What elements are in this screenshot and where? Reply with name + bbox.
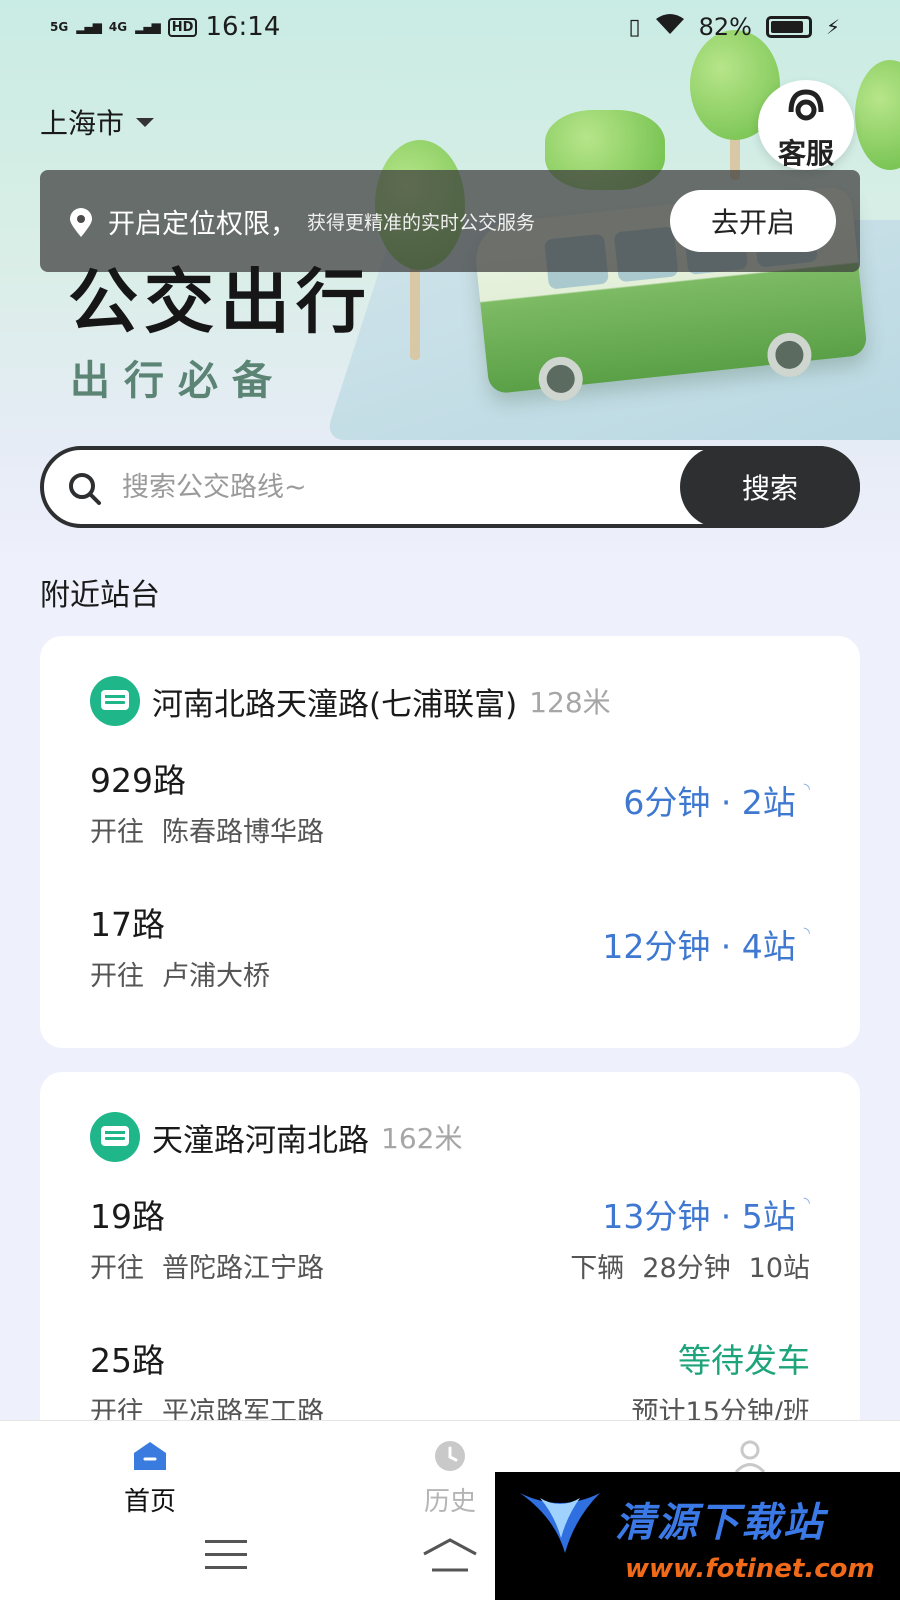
route-status: 等待发车 [678,1341,810,1380]
watermark-title: 清源下载站 [615,1500,825,1546]
route-number: 17路 [90,905,165,944]
tab-history-label: 历史 [423,1487,476,1517]
hero-subtitle: 出行必备 [70,358,286,404]
next-bus-info: 下辆 28分钟 10站 [552,1246,810,1285]
signal-4g-indicator: 4G [108,20,128,34]
station-header: 天潼路河南北路 162米 [90,1112,462,1162]
signal-bars-icon: ▂▄▆ [135,20,161,34]
user-icon [730,1439,770,1475]
clock-time: 16:14 [205,12,281,42]
route-direction: 开往 陈春路博华路 [90,817,324,848]
next-bus-label: 下辆 [570,1253,625,1284]
search-bar: 搜索 [40,446,860,528]
station-card[interactable]: 天潼路河南北路 162米 19路 开往 普陀路江宁路 13分钟 · 5站 ◝ 下辆… [40,1072,860,1472]
station-header: 河南北路天潼路(七浦联富) 128米 [90,676,611,726]
station-card[interactable]: 河南北路天潼路(七浦联富) 128米 929路 开往 陈春路博华路 6分钟 · 2… [40,636,860,1048]
station-distance: 128米 [529,686,611,719]
search-button[interactable]: 搜索 [680,446,860,528]
menu-icon[interactable] [205,1540,247,1570]
route-destination: 卢浦大桥 [162,961,270,992]
location-banner-subtitle: 获得更精准的实时公交服务 [307,211,536,234]
route-destination: 普陀路江宁路 [162,1253,324,1284]
route-destination: 陈春路博华路 [162,817,324,848]
station-name: 河南北路天潼路(七浦联富) [152,686,518,723]
route-eta: 12分钟 · 4站 ◝ [602,922,810,967]
home-icon [130,1439,170,1475]
tab-home[interactable]: 首页 [90,1439,210,1518]
tab-home-label: 首页 [123,1487,176,1517]
route-direction: 开往 卢浦大桥 [90,961,270,992]
search-input[interactable] [122,464,702,510]
realtime-signal-icon: ◝ [803,922,810,942]
next-bus-stops: 10站 [748,1253,810,1284]
route-number: 19路 [90,1197,165,1236]
route-row[interactable]: 19路 开往 普陀路江宁路 13分钟 · 5站 ◝ 下辆 28分钟 10站 [90,1190,810,1290]
next-bus-time: 28分钟 [642,1253,731,1284]
location-pin-icon [68,208,94,237]
route-number: 929路 [90,761,186,800]
route-eta: 13分钟 · 5站 ◝ [602,1192,810,1237]
customer-service-label: 客服 [777,137,834,170]
realtime-signal-icon: ◝ [803,1192,810,1212]
tree-illustration [855,60,900,170]
nearby-stations-title: 附近站台 [40,578,160,613]
caret-down-icon [136,117,155,127]
enable-location-button[interactable]: 去开启 [670,190,836,252]
signal-5g-indicator: 5G [50,20,69,34]
watermark-url: www.fotinet.com [625,1554,875,1584]
bus-stop-icon [90,676,140,726]
tab-history[interactable]: 历史 [390,1439,510,1518]
headset-icon [758,80,854,139]
battery-percent: 82% [698,13,752,41]
customer-service-button[interactable]: 客服 [758,80,854,170]
realtime-signal-icon: ◝ [803,778,810,798]
city-label: 上海市 [40,107,125,140]
status-bar: 5G ▂▄▆ 4G ▂▄▆ HD 16:14 ▯ 82% ⚡ [0,0,900,56]
hd-badge: HD [167,17,198,37]
hero-title: 公交出行 [68,261,372,343]
station-name: 天潼路河南北路 [152,1122,369,1159]
charging-icon: ⚡ [825,15,840,39]
route-direction: 开往 普陀路江宁路 [90,1253,324,1284]
signal-bars-icon: ▂▄▆ [76,20,102,34]
location-banner-title: 开启定位权限， [108,208,297,240]
battery-icon [765,16,812,38]
bus-stop-icon [90,1112,140,1162]
wifi-icon [655,12,685,42]
route-row[interactable]: 25路 开往 平凉路军工路 等待发车 预计15分钟/班 [90,1334,810,1434]
route-number: 25路 [90,1341,165,1380]
home-nav-icon[interactable] [420,1536,480,1576]
city-selector[interactable]: 上海市 [40,102,155,142]
route-row[interactable]: 17路 开往 卢浦大桥 12分钟 · 4站 ◝ [90,898,810,998]
watermark-overlay: 清源下载站 www.fotinet.com [495,1472,900,1600]
route-row[interactable]: 929路 开往 陈春路博华路 6分钟 · 2站 ◝ [90,754,810,854]
search-icon [68,472,101,505]
watermark-logo-icon [515,1488,605,1558]
station-distance: 162米 [381,1122,463,1155]
route-eta: 6分钟 · 2站 ◝ [623,778,810,823]
vibrate-icon: ▯ [628,14,641,40]
clock-icon [430,1439,470,1475]
